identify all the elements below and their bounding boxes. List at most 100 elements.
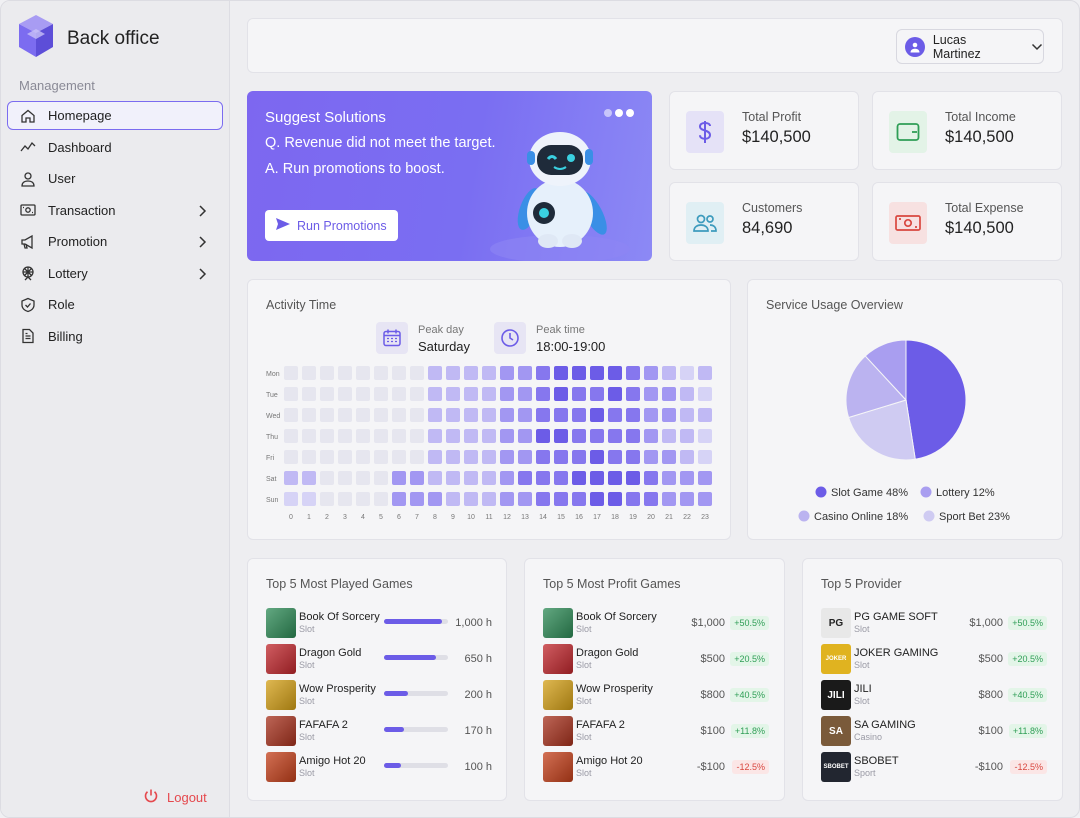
- list-item[interactable]: Book Of Sorcery Slot $1,000 +50.5%: [543, 608, 769, 640]
- heatmap-cell[interactable]: [320, 366, 334, 380]
- heatmap-cell[interactable]: [284, 408, 298, 422]
- heatmap-cell[interactable]: [554, 366, 568, 380]
- heatmap-cell[interactable]: [554, 387, 568, 401]
- heatmap-cell[interactable]: [680, 471, 694, 485]
- heatmap-cell[interactable]: [500, 429, 514, 443]
- list-item[interactable]: FAFAFA 2 Slot $100 +11.8%: [543, 716, 769, 748]
- heatmap-cell[interactable]: [410, 471, 424, 485]
- heatmap-cell[interactable]: [554, 408, 568, 422]
- heatmap-cell[interactable]: [302, 408, 316, 422]
- heatmap-cell[interactable]: [536, 471, 550, 485]
- heatmap-cell[interactable]: [626, 387, 640, 401]
- heatmap-cell[interactable]: [662, 387, 676, 401]
- heatmap-cell[interactable]: [374, 366, 388, 380]
- heatmap-cell[interactable]: [626, 408, 640, 422]
- heatmap-cell[interactable]: [590, 450, 604, 464]
- heatmap-cell[interactable]: [518, 429, 532, 443]
- heatmap-cell[interactable]: [410, 492, 424, 506]
- heatmap-cell[interactable]: [698, 492, 712, 506]
- heatmap-cell[interactable]: [428, 429, 442, 443]
- heatmap-cell[interactable]: [680, 429, 694, 443]
- heatmap-cell[interactable]: [284, 492, 298, 506]
- heatmap-cell[interactable]: [374, 471, 388, 485]
- heatmap-cell[interactable]: [338, 429, 352, 443]
- list-item[interactable]: SBOBET SBOBET Sport -$100 -12.5%: [821, 752, 1047, 784]
- heatmap-cell[interactable]: [338, 492, 352, 506]
- heatmap-cell[interactable]: [500, 492, 514, 506]
- heatmap-cell[interactable]: [698, 408, 712, 422]
- heatmap-cell[interactable]: [338, 408, 352, 422]
- heatmap-cell[interactable]: [662, 471, 676, 485]
- run-promotions-button[interactable]: Run Promotions: [265, 210, 398, 241]
- heatmap-cell[interactable]: [680, 450, 694, 464]
- heatmap-cell[interactable]: [482, 450, 496, 464]
- sidebar-item-transaction[interactable]: Transaction: [7, 196, 223, 225]
- sidebar-item-lottery[interactable]: Lottery: [7, 259, 223, 288]
- heatmap-cell[interactable]: [374, 429, 388, 443]
- heatmap-cell[interactable]: [698, 366, 712, 380]
- heatmap-cell[interactable]: [446, 366, 460, 380]
- heatmap-cell[interactable]: [446, 429, 460, 443]
- heatmap-cell[interactable]: [518, 492, 532, 506]
- sidebar-item-user[interactable]: User: [7, 164, 223, 193]
- heatmap-cell[interactable]: [338, 366, 352, 380]
- heatmap-cell[interactable]: [608, 492, 622, 506]
- heatmap-cell[interactable]: [374, 387, 388, 401]
- list-item[interactable]: Wow Prosperity Slot $800 +40.5%: [543, 680, 769, 712]
- heatmap-cell[interactable]: [446, 387, 460, 401]
- heatmap-cell[interactable]: [698, 450, 712, 464]
- heatmap-cell[interactable]: [590, 471, 604, 485]
- heatmap-cell[interactable]: [482, 492, 496, 506]
- heatmap-cell[interactable]: [302, 387, 316, 401]
- heatmap-cell[interactable]: [356, 366, 370, 380]
- list-item[interactable]: Dragon Gold Slot 650 h: [266, 644, 492, 676]
- heatmap-cell[interactable]: [608, 366, 622, 380]
- heatmap-cell[interactable]: [482, 429, 496, 443]
- heatmap-cell[interactable]: [572, 387, 586, 401]
- heatmap-cell[interactable]: [644, 429, 658, 443]
- heatmap-cell[interactable]: [662, 450, 676, 464]
- sidebar-item-promotion[interactable]: Promotion: [7, 227, 223, 256]
- heatmap-cell[interactable]: [680, 492, 694, 506]
- heatmap-cell[interactable]: [572, 492, 586, 506]
- heatmap-cell[interactable]: [482, 408, 496, 422]
- heatmap-cell[interactable]: [590, 408, 604, 422]
- heatmap-cell[interactable]: [374, 492, 388, 506]
- heatmap-cell[interactable]: [572, 408, 586, 422]
- list-item[interactable]: SA SA GAMING Casino $100 +11.8%: [821, 716, 1047, 748]
- heatmap-cell[interactable]: [464, 429, 478, 443]
- heatmap-cell[interactable]: [356, 408, 370, 422]
- heatmap-cell[interactable]: [554, 492, 568, 506]
- heatmap-cell[interactable]: [428, 492, 442, 506]
- heatmap-cell[interactable]: [428, 471, 442, 485]
- heatmap-cell[interactable]: [302, 471, 316, 485]
- heatmap-cell[interactable]: [572, 366, 586, 380]
- heatmap-cell[interactable]: [536, 387, 550, 401]
- heatmap-cell[interactable]: [410, 429, 424, 443]
- heatmap-cell[interactable]: [392, 450, 406, 464]
- heatmap-cell[interactable]: [608, 408, 622, 422]
- heatmap-cell[interactable]: [284, 387, 298, 401]
- heatmap-cell[interactable]: [590, 492, 604, 506]
- heatmap-cell[interactable]: [410, 450, 424, 464]
- heatmap-cell[interactable]: [464, 408, 478, 422]
- heatmap-cell[interactable]: [626, 366, 640, 380]
- heatmap-cell[interactable]: [392, 408, 406, 422]
- heatmap-cell[interactable]: [356, 387, 370, 401]
- carousel-dot[interactable]: [615, 109, 623, 117]
- heatmap-cell[interactable]: [284, 471, 298, 485]
- list-item[interactable]: Amigo Hot 20 Slot 100 h: [266, 752, 492, 784]
- heatmap-cell[interactable]: [302, 366, 316, 380]
- heatmap-cell[interactable]: [698, 429, 712, 443]
- heatmap-cell[interactable]: [446, 408, 460, 422]
- heatmap-cell[interactable]: [662, 408, 676, 422]
- heatmap-cell[interactable]: [410, 387, 424, 401]
- carousel-dot[interactable]: [626, 109, 634, 117]
- heatmap-cell[interactable]: [554, 450, 568, 464]
- heatmap-cell[interactable]: [554, 429, 568, 443]
- heatmap-cell[interactable]: [500, 450, 514, 464]
- heatmap-cell[interactable]: [446, 450, 460, 464]
- heatmap-cell[interactable]: [428, 450, 442, 464]
- heatmap-cell[interactable]: [572, 429, 586, 443]
- heatmap-cell[interactable]: [518, 408, 532, 422]
